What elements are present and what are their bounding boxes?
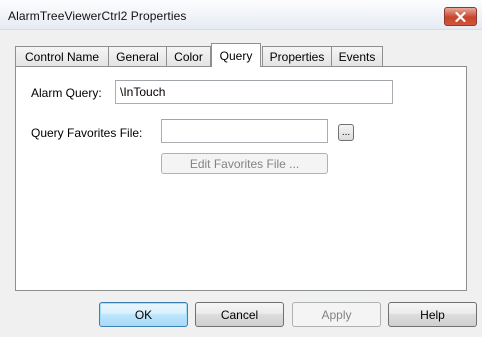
edit-favorites-button[interactable]: Edit Favorites File ... [161,153,328,174]
tab-control-name[interactable]: Control Name [15,46,109,67]
query-tab-panel: Alarm Query: Query Favorites File: ... E… [15,66,467,291]
tab-color[interactable]: Color [166,46,211,67]
tab-bar: Control Name General Color Query Propert… [15,43,383,67]
title-bar[interactable]: AlarmTreeViewerCtrl2 Properties [0,0,482,30]
window-title: AlarmTreeViewerCtrl2 Properties [8,9,187,23]
alarm-query-label: Alarm Query: [31,86,102,100]
properties-dialog: AlarmTreeViewerCtrl2 Properties Control … [0,0,482,337]
browse-favorites-button[interactable]: ... [338,124,354,141]
close-icon [455,11,466,22]
apply-button[interactable]: Apply [292,302,381,327]
favorites-file-input[interactable] [161,119,328,143]
tab-properties[interactable]: Properties [262,46,332,67]
alarm-query-input[interactable] [115,80,393,104]
tab-query[interactable]: Query [211,43,261,67]
ok-button[interactable]: OK [99,302,188,327]
tab-general[interactable]: General [108,46,167,67]
favorites-file-label: Query Favorites File: [31,126,143,140]
tab-events[interactable]: Events [331,46,383,67]
help-button[interactable]: Help [388,302,477,327]
cancel-button[interactable]: Cancel [195,302,284,327]
close-button[interactable] [444,7,477,26]
